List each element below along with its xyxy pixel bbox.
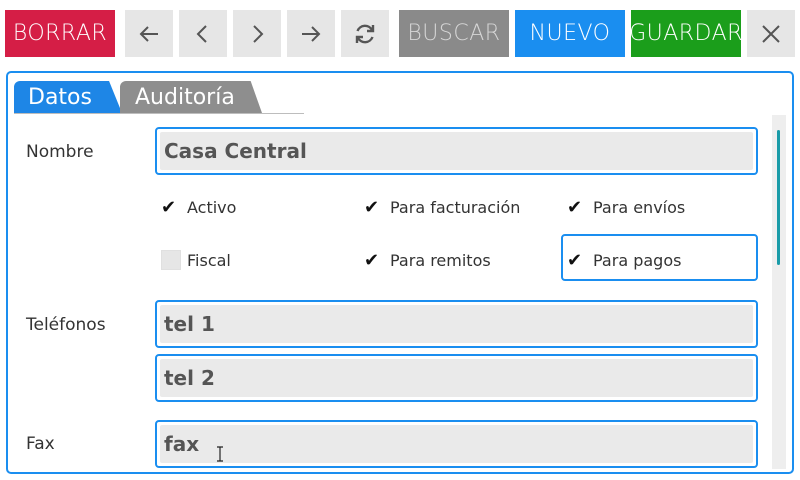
arrow-right-icon (302, 25, 321, 42)
close-button[interactable] (747, 10, 795, 57)
nombre-label: Nombre (26, 142, 94, 162)
fiscal-checkbox[interactable]: Fiscal (161, 248, 231, 272)
delete-button[interactable]: BORRAR (5, 10, 115, 57)
para-envios-checkbox[interactable]: ✔ Para envíos (567, 195, 685, 219)
scrollbar-thumb[interactable] (777, 130, 780, 265)
para-pagos-checkbox[interactable]: ✔ Para pagos (567, 248, 681, 272)
chevron-left-icon (196, 24, 207, 43)
checkmark-icon: ✔ (364, 196, 380, 218)
previous-record-button[interactable] (179, 10, 227, 57)
tel1-value: tel 1 (160, 305, 753, 343)
nombre-value: Casa Central (160, 132, 753, 170)
next-record-button[interactable] (233, 10, 281, 57)
unchecked-box-icon (161, 250, 181, 270)
tab-datos[interactable]: Datos (14, 81, 122, 113)
save-button[interactable]: GUARDAR (629, 10, 743, 57)
tab-datos-label: Datos (28, 84, 92, 110)
activo-checkbox[interactable]: ✔ Activo (161, 195, 236, 219)
tab-divider (14, 113, 304, 114)
arrow-left-icon (139, 25, 158, 42)
save-button-label: GUARDAR (629, 21, 743, 46)
fax-value: fax (160, 425, 753, 463)
tel2-value: tel 2 (160, 359, 753, 397)
last-record-button[interactable] (287, 10, 335, 57)
fax-label: Fax (26, 434, 55, 454)
tel2-field[interactable]: tel 2 (155, 354, 758, 402)
para-facturacion-label: Para facturación (390, 197, 521, 217)
fax-field[interactable]: fax (155, 420, 758, 468)
tel1-field[interactable]: tel 1 (155, 300, 758, 348)
search-button-label: BUSCAR (407, 21, 501, 46)
close-icon (762, 24, 780, 43)
para-envios-label: Para envíos (593, 197, 686, 217)
checkmark-icon: ✔ (364, 249, 380, 271)
para-remitos-checkbox[interactable]: ✔ Para remitos (364, 248, 491, 272)
para-pagos-label: Para pagos (593, 250, 682, 270)
refresh-icon (355, 24, 375, 43)
nombre-field[interactable]: Casa Central (155, 127, 758, 175)
text-cursor-icon (217, 446, 223, 462)
checkmark-icon: ✔ (567, 196, 583, 218)
fiscal-label: Fiscal (187, 250, 231, 270)
scrollbar[interactable] (772, 115, 786, 469)
first-record-button[interactable] (125, 10, 173, 57)
tab-auditoria[interactable]: Auditoría (120, 81, 262, 113)
activo-label: Activo (187, 197, 237, 217)
new-button[interactable]: NUEVO (515, 10, 625, 57)
checkmark-icon: ✔ (161, 196, 177, 218)
para-facturacion-checkbox[interactable]: ✔ Para facturación (364, 195, 520, 219)
delete-button-label: BORRAR (12, 21, 108, 46)
new-button-label: NUEVO (529, 21, 611, 46)
chevron-right-icon (253, 24, 264, 43)
search-button[interactable]: BUSCAR (399, 10, 509, 57)
form-panel: Datos Auditoría Nombre Casa Central ✔ Ac… (6, 71, 794, 474)
tab-auditoria-label: Auditoría (135, 84, 235, 110)
refresh-button[interactable] (341, 10, 389, 57)
para-remitos-label: Para remitos (390, 250, 491, 270)
telefonos-label: Teléfonos (26, 315, 106, 335)
checkmark-icon: ✔ (567, 249, 583, 271)
